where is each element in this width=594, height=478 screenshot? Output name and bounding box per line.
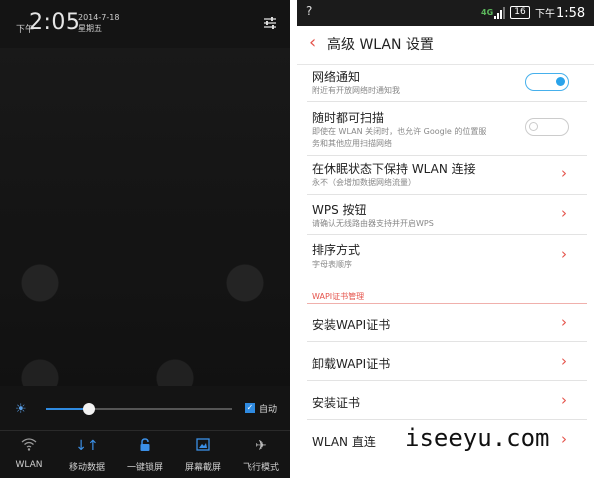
setting-subtitle-line2: 务和其他应用扫描网络 <box>312 139 392 148</box>
title-bar: ‹ 高级 WLAN 设置 <box>297 26 594 65</box>
chevron-right-icon: › <box>561 430 567 448</box>
setting-always-scan[interactable]: 随时都可扫描 即使在 WLAN 关闭时，也允许 Google 的位置服 务和其他… <box>297 103 587 156</box>
lock-icon <box>116 432 174 460</box>
chevron-right-icon: › <box>561 391 567 409</box>
always-scan-switch[interactable] <box>525 118 569 136</box>
setting-keep-wlan-on-sleep[interactable]: 在休眠状态下保持 WLAN 连接 永不（会增加数据网络流量） › <box>297 157 587 195</box>
toggle-lock-screen[interactable]: 一键锁屏 <box>116 432 174 478</box>
back-chevron-icon[interactable]: ‹ <box>309 32 316 53</box>
divider <box>0 430 290 431</box>
brightness-sun-icon: ☀ <box>15 402 27 417</box>
clock-time: 2:05 <box>29 10 81 35</box>
setting-title: WLAN 直连 <box>312 435 376 449</box>
setting-title: 随时都可扫描 <box>312 111 385 125</box>
toggle-screenshot[interactable]: 屏幕截屏 <box>174 432 232 478</box>
toggle-label: 屏幕截屏 <box>184 463 221 473</box>
chevron-right-icon: › <box>561 245 567 263</box>
status-ampm: 下午 <box>535 9 555 20</box>
weekday-text: 星期五 <box>78 24 102 33</box>
uninstall-wapi-cert-item[interactable]: 卸载WAPI证书 › <box>297 343 587 381</box>
switch-knob <box>529 122 538 131</box>
toggle-label: WLAN <box>15 460 43 470</box>
signal-icon <box>494 7 505 19</box>
brightness-slider-handle[interactable] <box>82 403 95 415</box>
setting-title: 安装WAPI证书 <box>312 318 391 332</box>
setting-wps-button[interactable]: WPS 按钮 请确认无线路由器支持并开启WPS › <box>297 196 587 235</box>
switch-knob <box>556 77 565 86</box>
toggle-airplane-mode[interactable]: ✈ 飞行模式 <box>232 432 290 478</box>
setting-subtitle: 附近有开放网络时通知我 <box>312 86 400 95</box>
setting-subtitle: 永不（会增加数据网络流量） <box>312 178 416 187</box>
setting-title: 安装证书 <box>312 396 361 410</box>
row-divider <box>307 194 587 195</box>
wifi-icon <box>0 432 58 460</box>
chevron-right-icon: › <box>561 164 567 182</box>
row-divider <box>307 234 587 235</box>
status-time: 1:58 <box>556 6 586 21</box>
network-type: 4G <box>481 8 494 17</box>
advanced-wlan-settings-screen: ? 4G 16 下午1:58 ‹ 高级 WLAN 设置 网络通知 附近有开放网络… <box>297 0 594 478</box>
setting-network-notification[interactable]: 网络通知 附近有开放网络时通知我 <box>297 65 587 102</box>
network-notification-switch[interactable] <box>525 73 569 91</box>
install-cert-item[interactable]: 安装证书 › <box>297 382 587 420</box>
watermark-text: iseeyu.com <box>403 424 552 452</box>
status-bar: ? 4G 16 下午1:58 <box>297 0 594 26</box>
setting-sort-order[interactable]: 排序方式 字母表顺序 › <box>297 236 587 276</box>
setting-subtitle: 字母表顺序 <box>312 260 352 269</box>
setting-subtitle: 请确认无线路由器支持并开启WPS <box>312 219 434 228</box>
row-divider <box>307 341 587 342</box>
screenshot-icon <box>174 432 232 460</box>
dimmed-home-screen <box>0 48 290 386</box>
shade-header: 下午 2:05 2014-7-18 星期五 <box>0 0 290 48</box>
row-divider <box>307 419 587 420</box>
data-arrows-icon: ↓↑ <box>75 438 99 454</box>
setting-title: 卸载WAPI证书 <box>312 357 391 371</box>
toggle-label: 移动数据 <box>68 463 105 473</box>
section-header-wapi: WAPI证书管理 <box>312 292 365 301</box>
wifi-unknown-icon: ? <box>306 4 313 18</box>
date-text: 2014-7-18 <box>78 13 120 22</box>
setting-title: 排序方式 <box>312 243 361 257</box>
setting-title: 在休眠状态下保持 WLAN 连接 <box>312 162 476 176</box>
row-divider <box>307 155 587 156</box>
status-clock: 下午1:58 <box>535 5 585 21</box>
brightness-slider[interactable] <box>46 403 232 415</box>
battery-indicator: 16 <box>510 6 530 19</box>
page-title: 高级 WLAN 设置 <box>327 37 434 53</box>
toggle-wlan[interactable]: WLAN <box>0 432 58 478</box>
toggle-label: 飞行模式 <box>242 463 279 473</box>
notification-shade: 下午 2:05 2014-7-18 星期五 ☀ ✓ 自动 WLAN ↓↑ 移动数… <box>0 0 290 478</box>
toggle-mobile-data[interactable]: ↓↑ 移动数据 <box>58 432 116 478</box>
quick-toggles: WLAN ↓↑ 移动数据 一键锁屏 屏幕截屏 ✈ 飞行模式 <box>0 432 290 478</box>
setting-subtitle: 即使在 WLAN 关闭时，也允许 Google 的位置服 <box>312 127 487 136</box>
setting-title: WPS 按钮 <box>312 203 367 217</box>
airplane-icon: ✈ <box>255 438 267 454</box>
chevron-right-icon: › <box>561 313 567 331</box>
chevron-right-icon: › <box>561 352 567 370</box>
row-divider <box>307 101 587 102</box>
settings-sliders-icon[interactable] <box>263 16 277 30</box>
install-wapi-cert-item[interactable]: 安装WAPI证书 › <box>297 304 587 342</box>
date-block: 2014-7-18 星期五 <box>78 12 119 34</box>
brightness-row: ☀ ✓ 自动 <box>0 390 290 428</box>
auto-brightness-label: 自动 <box>259 405 278 415</box>
chevron-right-icon: › <box>561 204 567 222</box>
toggle-label: 一键锁屏 <box>126 463 163 473</box>
row-divider <box>307 380 587 381</box>
auto-brightness-checkbox[interactable]: ✓ <box>245 403 255 413</box>
setting-title: 网络通知 <box>312 70 361 84</box>
